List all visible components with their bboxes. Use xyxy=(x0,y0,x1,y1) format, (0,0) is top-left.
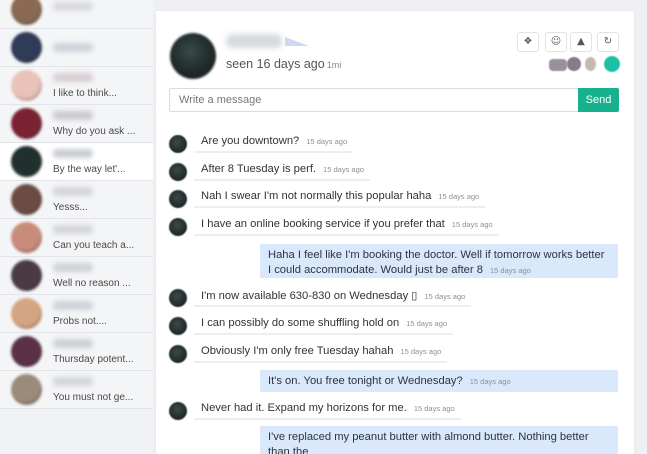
message-incoming: After 8 Tuesday is perf. 15 days ago xyxy=(194,159,370,181)
message-preview: Thursday potent... xyxy=(53,354,134,365)
conversation-list: I like to think... Why do you ask ... By… xyxy=(0,0,153,454)
last-seen: seen 16 days ago 1mi xyxy=(226,57,342,71)
contact-name xyxy=(53,111,93,120)
contact-avatar[interactable] xyxy=(170,33,216,79)
message-incoming: Nah I swear I'm not normally this popula… xyxy=(194,186,486,208)
avatar xyxy=(11,146,42,177)
message-text: I can possibly do some shuffling hold on xyxy=(201,317,400,329)
avatar xyxy=(11,336,42,367)
conversation-item[interactable] xyxy=(0,29,153,67)
message-outgoing: I've replaced my peanut butter with almo… xyxy=(260,426,618,454)
avatar xyxy=(11,70,42,101)
message-incoming: Never had it. Expand my horizons for me.… xyxy=(194,398,461,420)
conversation-item[interactable]: Probs not.... xyxy=(0,295,153,333)
contact-name xyxy=(53,225,93,234)
contact-name xyxy=(53,187,93,196)
message-text: Are you downtown? xyxy=(201,135,300,147)
contact-name xyxy=(53,339,93,348)
avatar xyxy=(11,222,42,253)
sender-avatar xyxy=(169,163,187,181)
contact-name xyxy=(53,73,93,82)
avatar xyxy=(11,184,42,215)
message-text: I'm now available 630-830 on Wednesday ▯ xyxy=(201,290,418,302)
message-time: 15 days ago xyxy=(306,137,348,146)
sender-avatar xyxy=(169,190,187,208)
message-text: I've replaced my peanut butter with almo… xyxy=(268,431,589,454)
message-text: Haha I feel like I'm booking the doctor.… xyxy=(268,249,605,276)
contact-name xyxy=(226,34,282,48)
participant-avatar[interactable] xyxy=(567,57,581,71)
sender-avatar xyxy=(169,289,187,307)
message-incoming: I can possibly do some shuffling hold on… xyxy=(194,313,454,335)
contact-name xyxy=(53,263,93,272)
message-preview: Probs not.... xyxy=(53,316,107,327)
message-preview: By the way let'... xyxy=(53,164,126,175)
message-input[interactable] xyxy=(169,88,579,112)
sender-avatar xyxy=(169,317,187,335)
warning-icon[interactable]: ▲ xyxy=(570,32,592,52)
refresh-icon[interactable]: ↻ xyxy=(597,32,619,52)
message-time: 15 days ago xyxy=(438,192,480,201)
sender-avatar xyxy=(169,135,187,153)
message-time: 15 days ago xyxy=(406,319,448,328)
message-incoming: Are you downtown? 15 days ago xyxy=(194,131,354,153)
conversation-item[interactable]: You must not ge... xyxy=(0,371,153,409)
conversation-item[interactable]: Why do you ask ... xyxy=(0,105,153,143)
emoji-icon[interactable]: ☺ xyxy=(545,32,567,52)
message-text: Obviously I'm only free Tuesday hahah xyxy=(201,345,394,357)
message-text: I have an online booking service if you … xyxy=(201,218,445,230)
sender-avatar xyxy=(169,402,187,420)
message-text: It's on. You free tonight or Wednesday? xyxy=(268,375,463,387)
message-preview: I like to think... xyxy=(53,88,117,99)
conversation-item[interactable] xyxy=(0,0,153,29)
message-incoming: I'm now available 630-830 on Wednesday ▯… xyxy=(194,285,472,307)
contact-name xyxy=(53,2,93,11)
flag-icon xyxy=(285,37,309,46)
contact-name xyxy=(53,377,93,386)
contact-name xyxy=(53,43,93,52)
conversation-item[interactable]: Well no reason ... xyxy=(0,257,153,295)
avatar xyxy=(11,298,42,329)
sender-avatar xyxy=(169,218,187,236)
message-incoming: Obviously I'm only free Tuesday hahah 15 … xyxy=(194,341,448,363)
contact-name xyxy=(53,149,93,158)
message-text: After 8 Tuesday is perf. xyxy=(201,163,317,175)
message-incoming: I have an online booking service if you … xyxy=(194,214,499,236)
conversation-item[interactable]: I like to think... xyxy=(0,67,153,105)
conversation-item-active[interactable]: By the way let'... xyxy=(0,143,153,181)
contact-name xyxy=(53,301,93,310)
conversation-item[interactable]: Thursday potent... xyxy=(0,333,153,371)
message-text: Never had it. Expand my horizons for me. xyxy=(201,402,407,414)
conversation-item[interactable]: Yesss... xyxy=(0,181,153,219)
message-outgoing: Haha I feel like I'm booking the doctor.… xyxy=(260,244,618,278)
message-time: 15 days ago xyxy=(451,220,493,229)
send-button[interactable]: Send xyxy=(578,88,619,112)
avatar xyxy=(11,108,42,139)
message-preview: Well no reason ... xyxy=(53,278,131,289)
message-preview: You must not ge... xyxy=(53,392,134,403)
message-time: 15 days ago xyxy=(323,165,364,174)
conversation-item[interactable]: Can you teach a... xyxy=(0,219,153,257)
message-preview: Yesss... xyxy=(53,202,88,213)
message-time: 15 days ago xyxy=(469,377,511,386)
message-time: 15 days ago xyxy=(424,292,466,301)
participant-avatar[interactable] xyxy=(549,59,567,71)
participant-avatar[interactable] xyxy=(604,56,620,72)
message-time: 15 days ago xyxy=(489,266,531,275)
message-text: Nah I swear I'm not normally this popula… xyxy=(201,190,432,202)
share-icon[interactable]: ❖ xyxy=(517,32,539,52)
message-time: 15 days ago xyxy=(413,404,455,413)
avatar xyxy=(11,32,42,63)
participant-avatar[interactable] xyxy=(585,57,596,71)
message-outgoing: It's on. You free tonight or Wednesday? 1… xyxy=(260,370,618,392)
avatar xyxy=(11,260,42,291)
avatar xyxy=(11,0,42,25)
message-time: 15 days ago xyxy=(400,347,442,356)
message-preview: Why do you ask ... xyxy=(53,126,136,137)
message-preview: Can you teach a... xyxy=(53,240,135,251)
avatar xyxy=(11,374,42,405)
chat-panel: seen 16 days ago1mi ❖ ☺ ▲ ↻ Send Are you… xyxy=(156,11,634,454)
sender-avatar xyxy=(169,345,187,363)
